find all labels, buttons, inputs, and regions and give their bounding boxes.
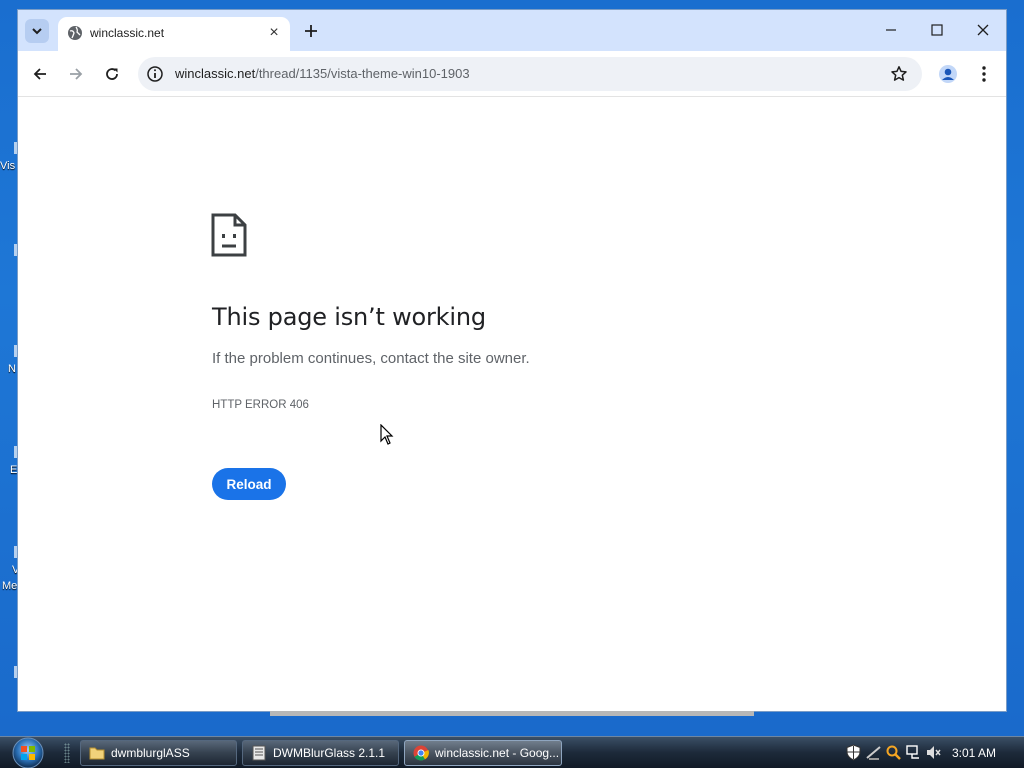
taskbar-button-label: DWMBlurGlass 2.1.1 [273, 746, 386, 760]
maximize-button[interactable] [923, 18, 951, 42]
browser-toolbar: winclassic.net/thread/1135/vista-theme-w… [18, 51, 1006, 97]
address-url[interactable]: winclassic.net/thread/1135/vista-theme-w… [175, 66, 470, 81]
maximize-icon [931, 24, 943, 36]
taskbar-button-label: winclassic.net - Goog... [435, 746, 560, 760]
arrow-left-icon [33, 68, 46, 80]
globe-icon [68, 26, 82, 40]
search-icon[interactable] [885, 744, 902, 761]
taskbar-button-label: dwmblurglASS [111, 746, 190, 760]
mouse-cursor-icon [380, 424, 394, 445]
forward-button[interactable] [64, 62, 88, 86]
horizontal-scrollbar[interactable] [270, 711, 754, 716]
arrow-right-icon [70, 68, 83, 80]
tab-active[interactable]: winclassic.net × [58, 17, 290, 51]
tab-close-icon[interactable]: × [266, 24, 282, 41]
kebab-menu-icon [982, 66, 986, 82]
taskbar-button-app[interactable]: DWMBlurGlass 2.1.1 [242, 740, 399, 766]
url-host: winclassic.net [175, 66, 256, 81]
tab-title: winclassic.net [90, 26, 165, 40]
taskbar-clock[interactable]: 3:01 AM [952, 746, 996, 760]
menu-button[interactable] [972, 62, 996, 86]
page-content: This page isn’t working If the problem c… [18, 98, 1006, 711]
minimize-icon [886, 29, 896, 31]
chevron-down-icon [32, 28, 42, 35]
error-subtitle: If the problem continues, contact the si… [212, 350, 530, 367]
new-tab-button[interactable] [300, 20, 322, 42]
chrome-icon [413, 745, 429, 761]
minimize-button[interactable] [877, 18, 905, 42]
taskbar-button-chrome[interactable]: winclassic.net - Goog... [404, 740, 562, 766]
close-icon [977, 24, 989, 36]
avatar-icon [939, 65, 957, 83]
refresh-icon [106, 68, 118, 80]
address-bar[interactable]: winclassic.net/thread/1135/vista-theme-w… [138, 57, 922, 91]
taskbar-grip[interactable] [64, 743, 70, 763]
network-icon[interactable] [905, 744, 922, 761]
back-button[interactable] [28, 62, 52, 86]
desktop-icon-label: Vis [0, 160, 16, 172]
browser-window: winclassic.net × winclassic.net/thread/1… [18, 10, 1006, 711]
profile-button[interactable] [936, 62, 960, 86]
network-offline-icon[interactable] [865, 744, 882, 761]
app-icon [252, 745, 266, 761]
taskbar-button-folder[interactable]: dwmblurglASS [80, 740, 237, 766]
error-code: HTTP ERROR 406 [212, 399, 309, 411]
folder-icon [89, 747, 105, 760]
tab-search-button[interactable] [25, 19, 49, 43]
site-info-icon[interactable] [146, 65, 164, 83]
url-path: /thread/1135/vista-theme-win10-1903 [255, 66, 470, 81]
tab-strip: winclassic.net × [18, 10, 1006, 51]
star-icon[interactable] [890, 65, 908, 83]
plus-icon [305, 25, 317, 37]
system-tray [845, 744, 942, 762]
reload-button[interactable]: Reload [212, 468, 286, 500]
sad-page-icon [211, 213, 247, 257]
start-button[interactable] [8, 737, 48, 768]
error-title: This page isn’t working [212, 303, 486, 331]
close-window-button[interactable] [969, 18, 997, 42]
volume-muted-icon[interactable] [925, 744, 942, 761]
shield-icon[interactable] [845, 744, 862, 761]
taskbar: dwmblurglASS DWMBlurGlass 2.1.1 winclass… [0, 736, 1024, 768]
reload-toolbar-button[interactable] [100, 62, 124, 86]
